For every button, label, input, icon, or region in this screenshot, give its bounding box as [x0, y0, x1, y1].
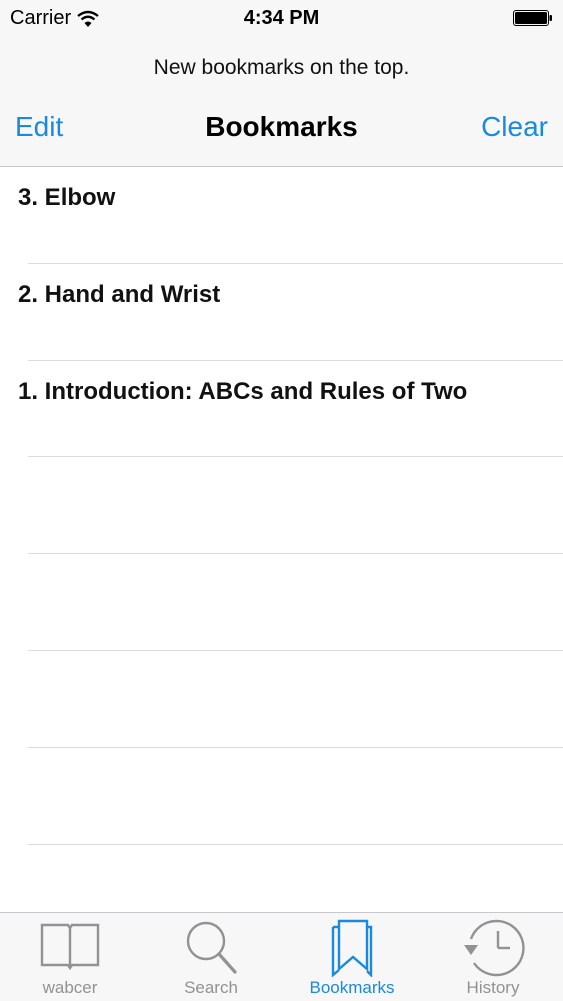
bookmarks-icon — [331, 919, 373, 977]
magnifier-icon — [186, 921, 237, 974]
tab-label: History — [466, 978, 520, 997]
page-title: Bookmarks — [205, 111, 358, 142]
navigation-bar: New bookmarks on the top. Edit Bookmarks… — [0, 38, 563, 167]
tab-label: Bookmarks — [309, 978, 395, 997]
status-time: 4:34 PM — [243, 7, 320, 29]
status-bar: Carrier 4:34 PM — [0, 0, 563, 38]
tab-label: Search — [184, 978, 238, 997]
bookmark-label: 3. Elbow — [18, 184, 116, 211]
bookmark-label: 1. Introduction: ABCs and Rules of Two — [18, 377, 468, 405]
tab-bar: wabcer Search Bookmarks History — [0, 912, 563, 1001]
list-item[interactable]: 1. Introduction: ABCs and Rules of Two — [0, 361, 563, 458]
bookmarks-list: 3. Elbow 2. Hand and Wrist 1. Introducti… — [0, 167, 563, 912]
bookmark-label: 2. Hand and Wrist — [18, 280, 221, 308]
tab-label: wabcer — [42, 978, 98, 997]
tab-wabcer[interactable]: wabcer — [0, 913, 140, 1001]
row-separator — [28, 843, 563, 845]
book-icon — [40, 923, 100, 971]
list-item[interactable]: 2. Hand and Wrist — [0, 264, 563, 361]
clear-button[interactable]: Clear — [481, 111, 548, 143]
battery-icon — [513, 10, 552, 26]
empty-row — [0, 457, 563, 555]
tab-history[interactable]: History — [423, 913, 563, 1001]
tab-search[interactable]: Search — [141, 913, 281, 1001]
list-item[interactable]: 3. Elbow — [0, 167, 563, 264]
empty-row — [0, 554, 563, 651]
empty-row — [0, 651, 563, 748]
tab-bookmarks[interactable]: Bookmarks — [282, 913, 422, 1001]
empty-row — [0, 748, 563, 845]
clock-icon — [464, 919, 525, 977]
nav-prompt: New bookmarks on the top. — [153, 56, 410, 79]
